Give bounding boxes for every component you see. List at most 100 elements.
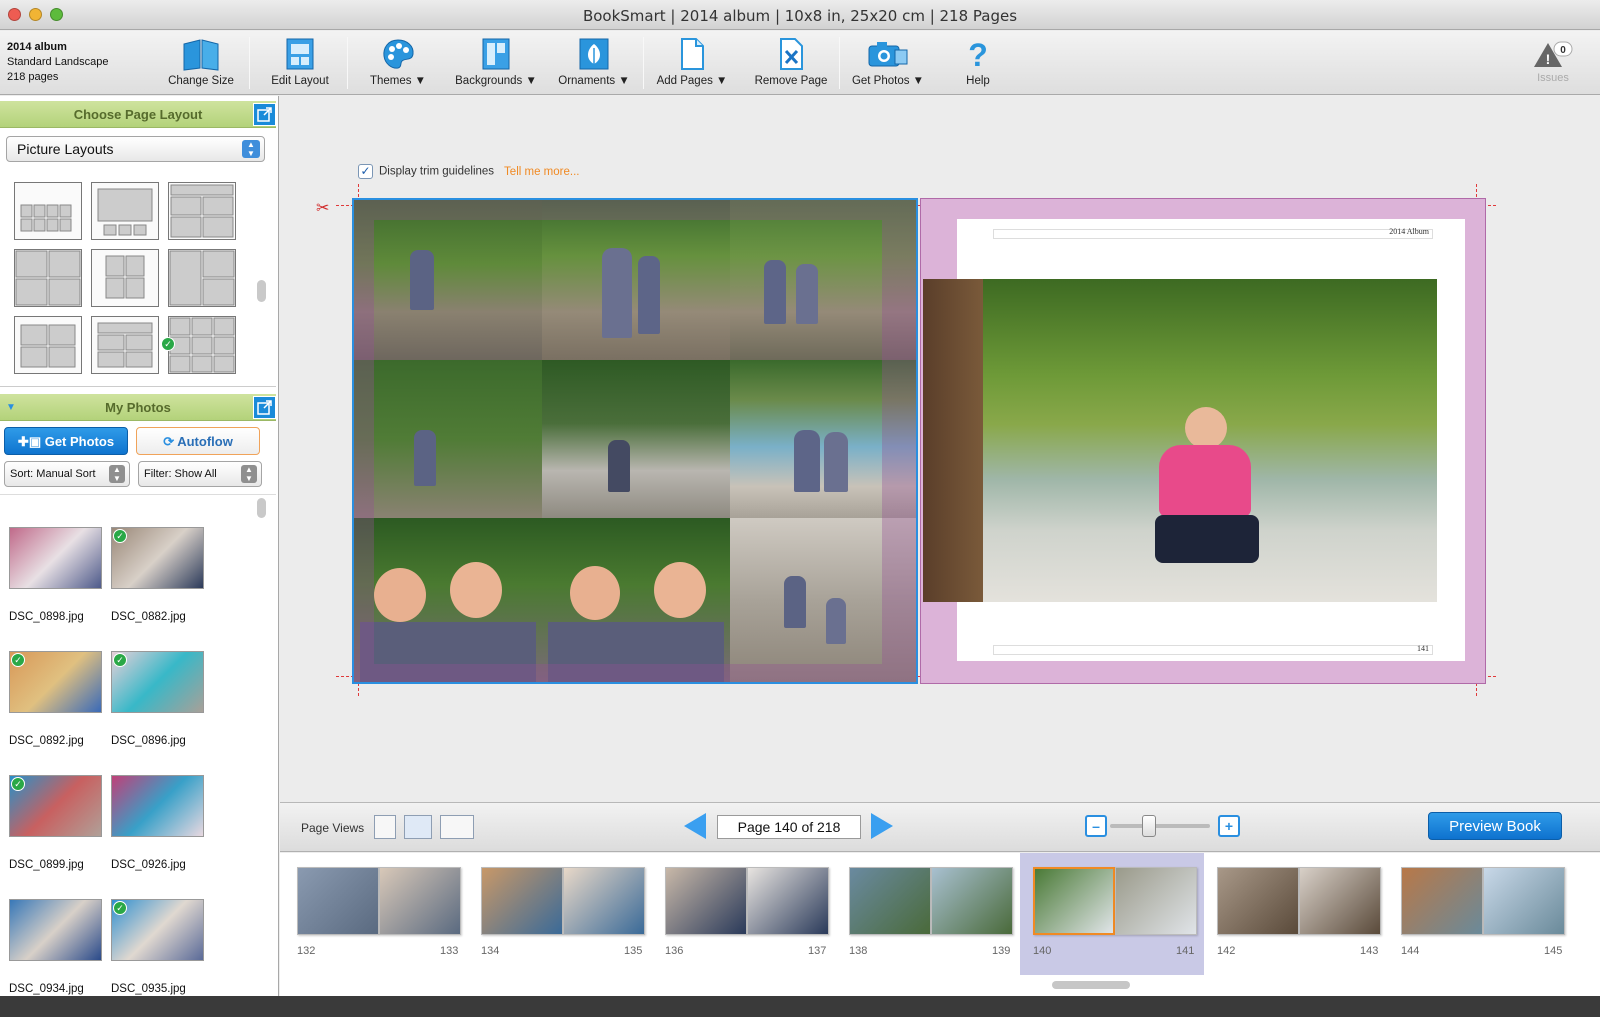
themes-label: Themes ▼ xyxy=(369,75,427,87)
photo-filename: DSC_0892.jpg xyxy=(9,735,84,747)
photo-cell[interactable] xyxy=(542,360,730,518)
filmstrip-spread[interactable]: 138 139 xyxy=(836,853,1020,975)
layout-option[interactable] xyxy=(168,249,236,307)
palette-icon xyxy=(383,39,414,69)
themes-menu[interactable]: Themes ▼ xyxy=(366,36,430,87)
filmstrip-page-thumbnail xyxy=(1115,867,1197,935)
layout-option-selected[interactable] xyxy=(168,316,236,374)
preview-book-button[interactable]: Preview Book xyxy=(1428,812,1562,840)
zoom-slider-handle[interactable] xyxy=(1142,815,1156,837)
select-arrows-icon: ▲ ▼ xyxy=(109,465,125,483)
child-figure xyxy=(764,260,786,324)
filmstrip-spread[interactable]: 142 143 xyxy=(1204,853,1388,975)
photo-thumbnail[interactable]: DSC_0898.jpg xyxy=(9,527,109,623)
filmstrip-page-thumbnail xyxy=(1033,867,1115,935)
zoom-in-button[interactable]: + xyxy=(1218,815,1240,837)
used-check-icon: ✓ xyxy=(11,653,25,667)
photo-cell[interactable] xyxy=(354,200,542,360)
get-photos-menu[interactable]: Get Photos ▼ xyxy=(848,36,928,87)
photo-thumbnail[interactable]: ✓ DSC_0892.jpg xyxy=(9,651,109,747)
photo-thumbnail[interactable]: ✓ DSC_0899.jpg xyxy=(9,775,109,871)
autoflow-label: Autoflow xyxy=(177,434,233,449)
filmstrip-page-number: 145 xyxy=(1544,945,1563,957)
help-button[interactable]: ? Help xyxy=(958,36,998,87)
edit-layout-button[interactable]: Edit Layout xyxy=(266,36,334,87)
zoom-slider-track[interactable] xyxy=(1110,824,1210,828)
panel-divider xyxy=(0,494,276,495)
popout-layout-panel-button[interactable] xyxy=(253,103,276,126)
ornaments-menu[interactable]: Ornaments ▼ xyxy=(556,36,632,87)
photo-cell[interactable] xyxy=(354,360,542,518)
layout-option[interactable] xyxy=(168,182,236,240)
album-info: 2014 album Standard Landscape 218 pages xyxy=(7,40,109,85)
page-indicator[interactable]: Page 140 of 218 xyxy=(717,815,861,839)
photo-cell[interactable] xyxy=(730,200,916,360)
filter-select[interactable]: Filter: Show All ▲ ▼ xyxy=(138,461,262,487)
tell-me-more-link[interactable]: Tell me more... xyxy=(504,166,579,178)
photo-cell[interactable] xyxy=(542,518,730,682)
photo-thumbnail-image xyxy=(9,899,102,961)
edit-layout-label: Edit Layout xyxy=(271,75,329,87)
right-page-141[interactable]: 2014 Album 141 xyxy=(920,198,1486,684)
filmstrip-spread[interactable]: 144 145 xyxy=(1388,853,1572,975)
filmstrip-page-thumbnail xyxy=(1401,867,1483,935)
autoflow-button[interactable]: ⟳ Autoflow xyxy=(136,427,260,455)
layout-option[interactable] xyxy=(14,316,82,374)
photo-thumbnail[interactable]: DSC_0934.jpg xyxy=(9,899,109,995)
remove-page-button[interactable]: Remove Page xyxy=(750,36,832,87)
layout-option[interactable] xyxy=(91,249,159,307)
layout-scrollbar[interactable] xyxy=(257,280,266,302)
single-page-view-icon[interactable] xyxy=(374,815,396,839)
layout-panel-title: Choose Page Layout xyxy=(73,107,203,122)
photo-thumbnail-image: ✓ xyxy=(111,651,204,713)
filter-value: Filter: Show All xyxy=(144,468,217,480)
previous-page-button[interactable] xyxy=(684,813,706,839)
photo-cell[interactable] xyxy=(542,200,730,360)
layout-type-select[interactable]: Picture Layouts ▲ ▼ xyxy=(6,136,265,162)
child-face xyxy=(570,566,620,620)
left-page-140[interactable] xyxy=(352,198,918,684)
filmstrip-page-thumbnail xyxy=(747,867,829,935)
header-text-box[interactable] xyxy=(993,229,1433,239)
photo-thumbnail[interactable]: DSC_0926.jpg xyxy=(111,775,211,871)
photo-thumbnail[interactable]: ✓ DSC_0882.jpg xyxy=(111,527,211,623)
filmstrip-scrollbar[interactable] xyxy=(1052,981,1130,989)
photo-cell[interactable] xyxy=(354,518,542,682)
photo-cell[interactable] xyxy=(730,360,916,518)
photo-filename: DSC_0898.jpg xyxy=(9,611,84,623)
filmstrip-page-thumbnail xyxy=(849,867,931,935)
get-photos-button[interactable]: ✚▣ Get Photos xyxy=(4,427,128,455)
footer-text-box[interactable] xyxy=(993,645,1433,655)
sort-select[interactable]: Sort: Manual Sort ▲ ▼ xyxy=(4,461,130,487)
toolbar-divider xyxy=(249,37,250,89)
zoom-out-button[interactable]: – xyxy=(1085,815,1107,837)
next-page-button[interactable] xyxy=(871,813,893,839)
collapse-triangle-icon[interactable]: ▼ xyxy=(6,394,16,421)
photos-scrollbar[interactable] xyxy=(257,498,266,518)
scissors-icon: ✂ xyxy=(316,200,330,217)
change-size-label: Change Size xyxy=(168,75,234,87)
main-photo[interactable] xyxy=(923,279,1437,602)
popout-photos-panel-button[interactable] xyxy=(253,396,276,419)
filmstrip-spread[interactable]: 132 133 xyxy=(284,853,468,975)
filmstrip-spread[interactable]: 134 135 xyxy=(468,853,652,975)
trim-guidelines-label: Display trim guidelines xyxy=(379,165,495,178)
trim-guidelines-checkbox[interactable]: ✓ xyxy=(358,164,373,179)
filmstrip-spread[interactable]: 136 137 xyxy=(652,853,836,975)
photo-cell[interactable] xyxy=(730,518,916,682)
layout-option[interactable] xyxy=(14,249,82,307)
multi-spread-view-icon[interactable] xyxy=(440,815,474,839)
layout-option[interactable] xyxy=(91,182,159,240)
photo-thumbnail[interactable]: ✓ DSC_0896.jpg xyxy=(111,651,211,747)
layout-option[interactable] xyxy=(91,316,159,374)
issues-button[interactable]: ! 0 Issues xyxy=(1530,39,1576,84)
backgrounds-menu[interactable]: Backgrounds ▼ xyxy=(452,36,540,87)
toolbar: 2014 album Standard Landscape 218 pages … xyxy=(0,31,1600,95)
spread-view-icon[interactable] xyxy=(404,815,432,839)
photo-thumbnail[interactable]: ✓ DSC_0935.jpg xyxy=(111,899,211,995)
filmstrip-spread[interactable]: 140 141 xyxy=(1020,853,1204,975)
change-size-button[interactable]: Change Size xyxy=(165,36,237,87)
add-pages-menu[interactable]: Add Pages ▼ xyxy=(654,36,730,87)
layout-option[interactable] xyxy=(14,182,82,240)
selected-check-icon: ✓ xyxy=(161,337,175,351)
